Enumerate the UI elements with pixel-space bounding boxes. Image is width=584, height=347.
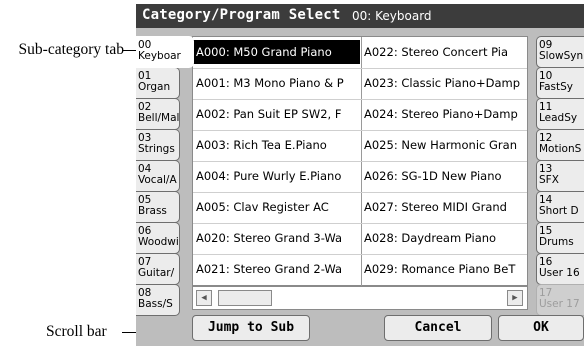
program-list: A000: M50 Grand Piano A001: M3 Mono Pian…: [192, 36, 528, 287]
category-tab-05[interactable]: 05 Brass: [136, 191, 180, 223]
scroll-bar-callout: Scroll bar: [46, 323, 107, 340]
category-tab-17: 17 User 17: [536, 284, 584, 316]
tab-label: Bass/S: [138, 298, 173, 310]
program-item[interactable]: A028: Daydream Piano: [361, 226, 528, 250]
program-item[interactable]: A001: M3 Mono Piano & P: [193, 71, 360, 95]
category-tab-00[interactable]: 00 Keyboar: [136, 36, 194, 68]
ok-button[interactable]: OK: [498, 315, 584, 341]
tab-label: Woodwi: [138, 236, 179, 248]
row-divider: [193, 254, 527, 255]
category-tab-11[interactable]: 11 LeadSy: [536, 98, 584, 130]
category-tab-01[interactable]: 01 Organ: [136, 67, 180, 99]
subcategory-tab-callout: Sub-category tab: [18, 41, 124, 58]
program-item[interactable]: A021: Stereo Grand 2-Wa: [193, 257, 360, 281]
category-tab-07[interactable]: 07 Guitar/: [136, 253, 180, 285]
tab-label: Organ: [138, 81, 171, 93]
triangle-left-icon[interactable]: ◀: [196, 290, 212, 306]
row-divider: [193, 99, 527, 100]
category-tab-13[interactable]: 13 SFX: [536, 160, 584, 192]
category-tab-03[interactable]: 03 Strings: [136, 129, 180, 161]
horizontal-scrollbar[interactable]: ◀ ▶: [192, 286, 528, 310]
category-tab-06[interactable]: 06 Woodwi: [136, 222, 180, 254]
jump-to-sub-button[interactable]: Jump to Sub: [192, 315, 310, 341]
tab-label: Brass: [138, 205, 167, 217]
tab-label: LeadSy: [539, 112, 578, 124]
category-tab-12[interactable]: 12 MotionS: [536, 129, 584, 161]
tab-label: Drums: [539, 236, 574, 248]
tab-label: FastSy: [539, 81, 573, 93]
row-divider: [193, 68, 527, 69]
program-item[interactable]: A026: SG-1D New Piano: [361, 164, 528, 188]
tab-label: Guitar/: [138, 267, 175, 279]
program-item[interactable]: A003: Rich Tea E.Piano: [193, 133, 360, 157]
scroll-bar-callout-line: [122, 332, 136, 333]
category-tab-08[interactable]: 08 Bass/S: [136, 284, 180, 316]
category-tab-14[interactable]: 14 Short D: [536, 191, 584, 223]
tab-label: Short D: [539, 205, 579, 217]
program-item[interactable]: A023: Classic Piano+Damp: [361, 71, 528, 95]
row-divider: [193, 161, 527, 162]
program-item[interactable]: A020: Stereo Grand 3-Wa: [193, 226, 360, 250]
tab-label: User 16: [539, 267, 580, 279]
program-item[interactable]: A029: Romance Piano BeT: [361, 257, 528, 281]
tab-label: User 17: [539, 298, 580, 310]
program-item[interactable]: A024: Stereo Piano+Damp: [361, 102, 528, 126]
tab-label: Keyboar: [138, 50, 181, 62]
program-item[interactable]: A000: M50 Grand Piano: [193, 40, 360, 64]
category-tab-09[interactable]: 09 SlowSyn: [536, 36, 584, 68]
program-item[interactable]: A022: Stereo Concert Pia: [361, 40, 528, 64]
tab-label: Strings: [138, 143, 175, 155]
current-category: 00: Keyboard: [352, 9, 432, 23]
category-tab-04[interactable]: 04 Vocal/A: [136, 160, 180, 192]
category-tab-02[interactable]: 02 Bell/Mal: [136, 98, 180, 130]
category-tab-10[interactable]: 10 FastSy: [536, 67, 584, 99]
category-tab-15[interactable]: 15 Drums: [536, 222, 584, 254]
program-select-screen: Category/Program Select 00: Keyboard 00 …: [136, 4, 584, 346]
category-tab-16[interactable]: 16 User 16: [536, 253, 584, 285]
row-divider: [193, 130, 527, 131]
program-item[interactable]: A002: Pan Suit EP SW2, F: [193, 102, 360, 126]
tab-label: SlowSyn: [539, 50, 584, 62]
scrollbar-thumb[interactable]: [218, 290, 272, 306]
program-item[interactable]: A025: New Harmonic Gran: [361, 133, 528, 157]
program-item[interactable]: A027: Stereo MIDI Grand: [361, 195, 528, 219]
title-bar: Category/Program Select 00: Keyboard: [136, 4, 584, 28]
tab-label: MotionS: [539, 143, 582, 155]
program-item[interactable]: A005: Clav Register AC: [193, 195, 360, 219]
tab-label: Vocal/A: [138, 174, 177, 186]
row-divider: [193, 192, 527, 193]
tab-label: SFX: [539, 174, 559, 186]
tab-label: Bell/Mal: [138, 112, 180, 124]
cancel-button[interactable]: Cancel: [384, 315, 492, 341]
subcategory-tab-callout-line: [122, 50, 136, 51]
window-title: Category/Program Select: [142, 7, 341, 23]
row-divider: [193, 223, 527, 224]
program-item[interactable]: A004: Pure Wurly E.Piano: [193, 164, 360, 188]
triangle-right-icon[interactable]: ▶: [507, 290, 523, 306]
